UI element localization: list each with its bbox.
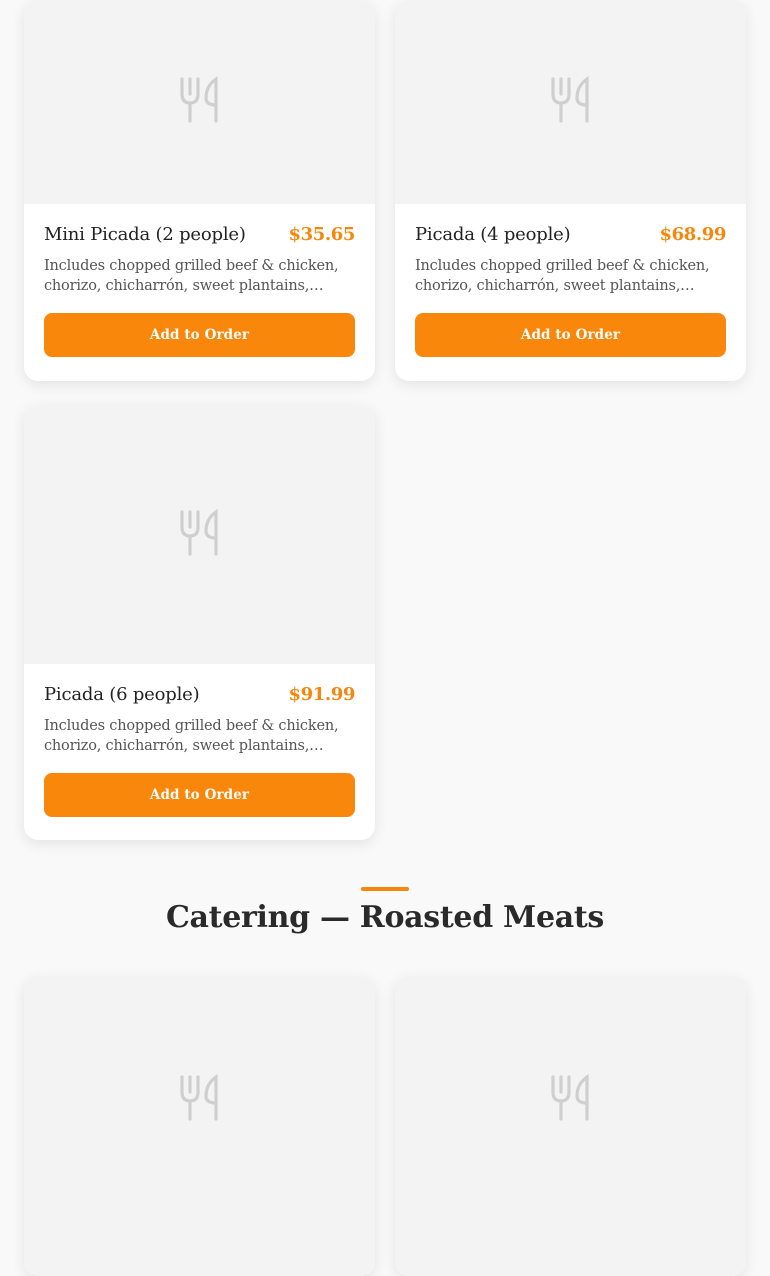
fork-knife-icon [178,75,222,128]
menu-item-card: Mini Picada (2 people) $35.65 Includes c… [24,0,375,381]
menu-item-name: Picada (6 people) [44,684,200,705]
menu-item-image-placeholder [395,0,746,204]
menu-item-name: Picada (4 people) [415,224,571,245]
menu-item-card: Picada (4 people) $68.99 Includes choppe… [395,0,746,381]
fork-knife-icon [178,508,222,561]
menu-item-card [395,976,746,1276]
fork-knife-icon [549,75,593,128]
menu-item-description: Includes chopped grilled beef & chicken,… [415,258,710,294]
section-title: Catering — Roasted Meats [165,900,605,935]
add-to-order-button[interactable]: Add to Order [415,313,726,357]
menu-item-description: Includes chopped grilled beef & chicken,… [44,718,339,754]
section-accent-bar [361,887,409,891]
add-to-order-button[interactable]: Add to Order [44,773,355,817]
add-to-order-button[interactable]: Add to Order [44,313,355,357]
menu-item-image-placeholder [395,976,746,1276]
menu-item-description: Includes chopped grilled beef & chicken,… [44,258,339,294]
menu-item-price: $68.99 [659,224,727,245]
menu-item-image-placeholder [24,0,375,204]
menu-item-price: $35.65 [288,224,356,245]
menu-item-price: $91.99 [288,684,356,705]
menu-item-name: Mini Picada (2 people) [44,224,246,245]
menu-item-image-placeholder [24,405,375,664]
menu-item-card: Picada (6 people) $91.99 Includes choppe… [24,405,375,840]
menu-item-card [24,976,375,1276]
menu-item-image-placeholder [24,976,375,1276]
